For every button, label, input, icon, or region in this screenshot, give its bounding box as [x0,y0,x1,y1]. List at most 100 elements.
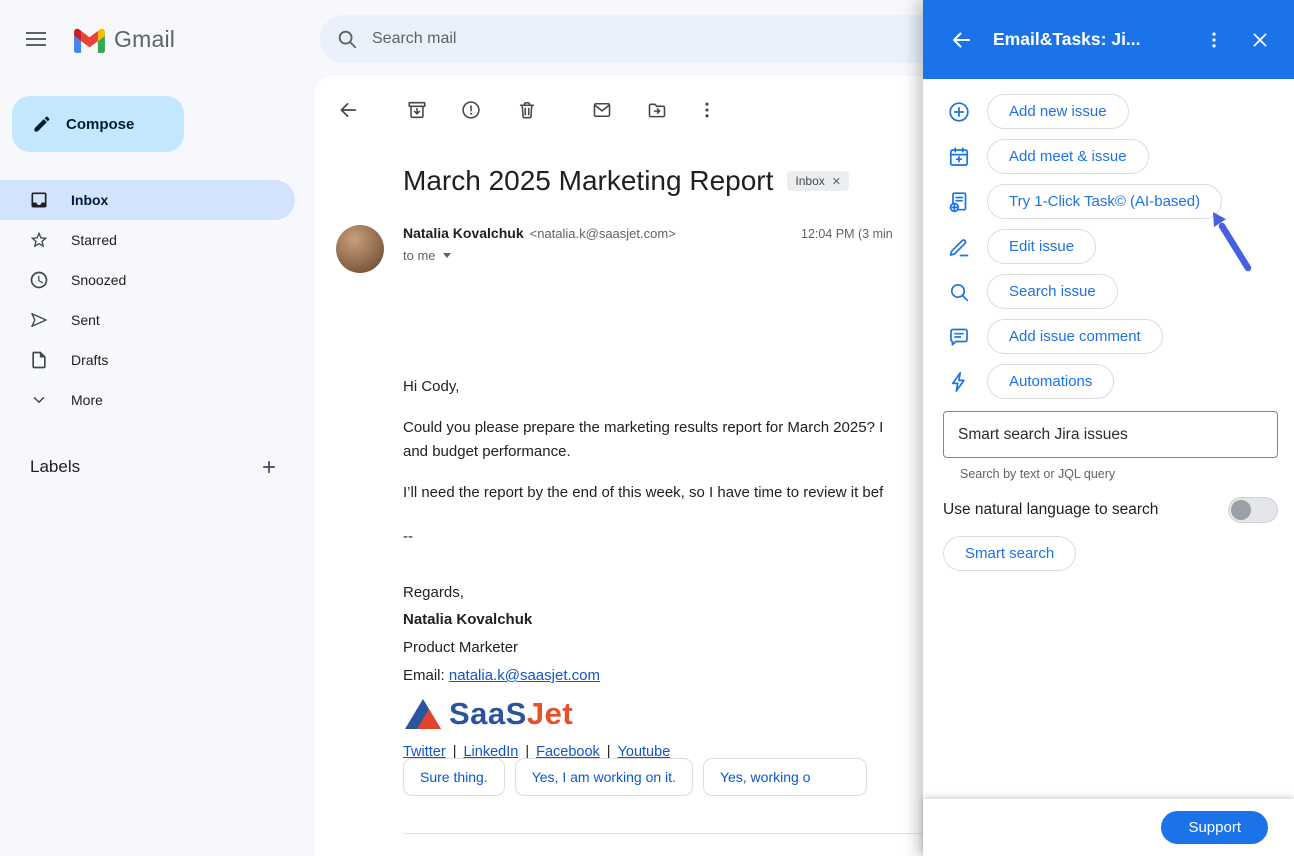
signature-name: Natalia Kovalchuk [403,608,883,632]
star-icon [28,229,50,251]
gmail-logo: Gmail [74,26,175,53]
compose-button[interactable]: Compose [12,96,184,152]
sidebar-item-label: Snoozed [71,272,126,288]
sender-avatar[interactable] [336,225,384,273]
signature-email-link[interactable]: natalia.k@saasjet.com [449,667,600,684]
sidebar-item-snoozed[interactable]: Snoozed [0,260,295,300]
chip-text: Inbox [795,174,824,188]
email-timestamp: 12:04 PM (3 min [801,227,893,241]
move-to-icon[interactable] [645,98,669,122]
smart-reply-button[interactable]: Yes, working o [703,758,868,796]
back-icon[interactable] [947,26,975,54]
comment-icon[interactable] [947,325,971,349]
saasjet-logo-text-1: SaaS [449,696,527,731]
search-icon[interactable] [947,280,971,304]
sidebar-item-starred[interactable]: Starred [0,220,295,260]
sidebar-nav: Inbox Starred Snoozed Sent Drafts More [0,180,315,420]
smart-replies: Sure thing. Yes, I am working on it. Yes… [403,758,867,796]
add-issue-comment-button[interactable]: Add issue comment [987,319,1163,354]
search-placeholder: Search mail [372,30,456,48]
hamburger-icon [26,32,46,46]
email-toolbar [315,98,719,122]
body-paragraph: and budget performance. [403,440,883,464]
recipient-details-toggle[interactable]: to me [403,248,473,263]
edit-icon[interactable] [947,235,971,259]
addon-menu-icon[interactable] [1200,26,1228,54]
edit-issue-button[interactable]: Edit issue [987,229,1096,264]
jira-search-input[interactable] [943,411,1278,458]
body-paragraph: Could you please prepare the marketing r… [403,416,883,440]
search-hint: Search by text or JQL query [960,467,1294,481]
recipient-label: to me [403,248,436,263]
gmail-topbar: Gmail [0,0,315,78]
sidebar-item-label: Sent [71,312,100,328]
labels-heading: Labels [30,457,80,477]
addon-footer: Support [923,799,1294,856]
create-label-button[interactable] [255,453,283,481]
gmail-m-icon [74,26,105,53]
sidebar-item-inbox[interactable]: Inbox [0,180,295,220]
signature-email-line: Email: natalia.k@saasjet.com [403,664,883,688]
search-icon [336,28,358,50]
sidebar-item-label: Starred [71,232,117,248]
toggle-knob [1231,500,1251,520]
smart-reply-button[interactable]: Yes, I am working on it. [515,758,693,796]
calendar-icon[interactable] [947,145,971,169]
email-body: Hi Cody, Could you please prepare the ma… [403,375,883,764]
natural-language-toggle[interactable] [1228,497,1278,523]
saasjet-logo-text-2: Jet [527,696,573,731]
jira-addon-panel: Email&Tasks: Ji... Add new issue Add mee… [923,0,1294,856]
sidebar-item-drafts[interactable]: Drafts [0,340,295,380]
add-new-issue-button[interactable]: Add new issue [987,94,1129,129]
draft-icon [28,349,50,371]
saasjet-logo-icon [403,696,443,732]
report-spam-icon[interactable] [459,98,483,122]
sidebar-item-more[interactable]: More [0,380,295,420]
archive-icon[interactable] [405,98,429,122]
main-menu-button[interactable] [12,15,60,63]
sender-name: Natalia Kovalchuk [403,225,524,241]
sidebar-item-sent[interactable]: Sent [0,300,295,340]
one-click-task-icon[interactable] [947,190,971,214]
addon-actions: Add new issue Add meet & issue Try 1-Cli… [923,89,1294,404]
plus-icon [259,457,279,477]
addon-title: Email&Tasks: Ji... [993,29,1182,50]
signature-role: Product Marketer [403,636,883,660]
saasjet-logo: SaaSJet [403,690,883,732]
send-icon [28,309,50,331]
clock-icon [28,269,50,291]
smart-search-button[interactable]: Smart search [943,536,1076,571]
email-subject: March 2025 Marketing Report [403,165,773,197]
sidebar-item-label: Inbox [71,192,108,208]
chevron-down-icon [28,389,50,411]
sidebar-item-label: More [71,392,103,408]
body-paragraph: I’ll need the report by the end of this … [403,481,883,505]
smart-reply-button[interactable]: Sure thing. [403,758,505,796]
back-icon[interactable] [336,98,360,122]
addon-header: Email&Tasks: Ji... [923,0,1294,79]
compose-label: Compose [66,116,134,133]
automations-button[interactable]: Automations [987,364,1114,399]
inbox-label-chip[interactable]: Inbox ✕ [787,171,849,191]
email-label: Email: [403,667,445,684]
pencil-icon [32,114,52,134]
add-meet-issue-button[interactable]: Add meet & issue [987,139,1149,174]
delete-icon[interactable] [515,98,539,122]
more-options-icon[interactable] [695,98,719,122]
sidebar-item-label: Drafts [71,352,108,368]
gmail-sidebar: Gmail Compose Inbox Starred Snoozed Sent [0,0,315,856]
expand-details-icon [443,253,451,258]
gmail-app: Gmail Compose Inbox Starred Snoozed Sent [0,0,1294,856]
support-button[interactable]: Support [1161,811,1268,844]
subject-row: March 2025 Marketing Report Inbox ✕ [403,165,849,197]
plus-circle-icon[interactable] [947,100,971,124]
sender-address: <natalia.k@saasjet.com> [530,226,676,241]
try-one-click-task-button[interactable]: Try 1-Click Task© (AI-based) [987,184,1222,219]
search-issue-button[interactable]: Search issue [987,274,1118,309]
signature-divider: -- [403,525,883,549]
mark-unread-icon[interactable] [590,98,614,122]
close-icon[interactable] [1246,26,1274,54]
automation-icon[interactable] [947,370,971,394]
signature-regards: Regards, [403,581,883,605]
remove-label-icon[interactable]: ✕ [832,175,841,188]
